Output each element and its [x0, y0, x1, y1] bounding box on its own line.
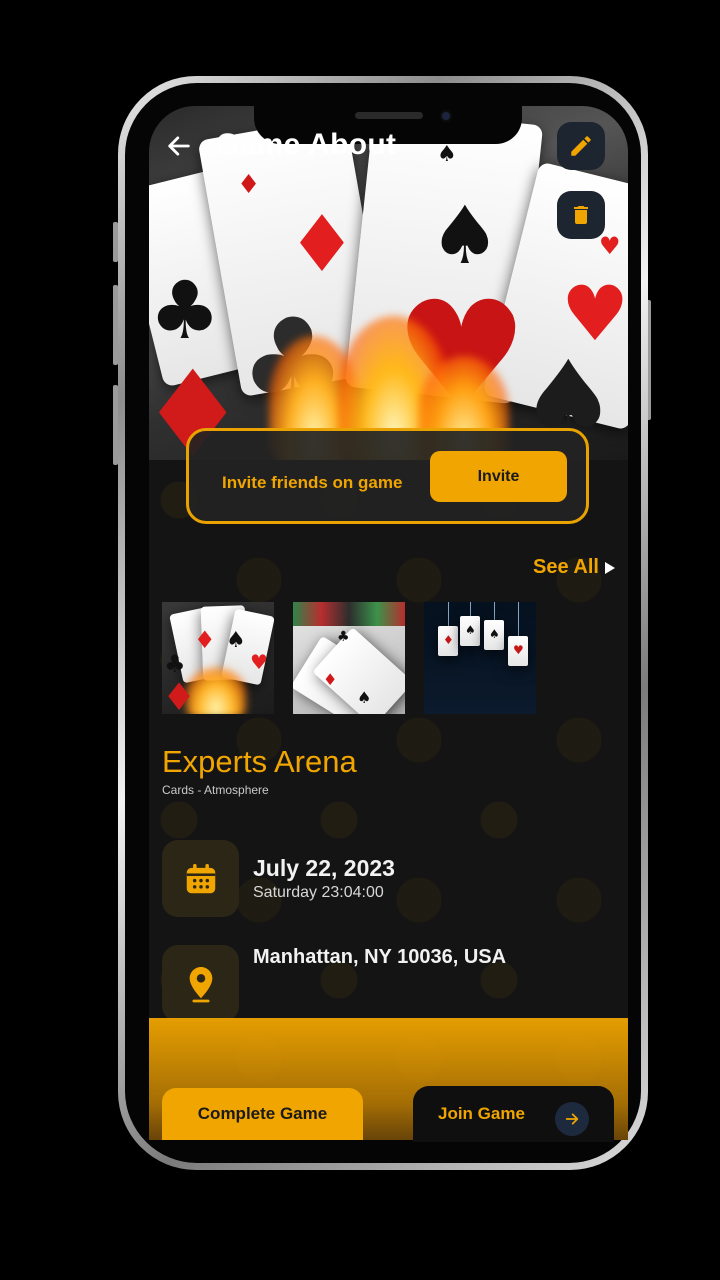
pencil-icon	[571, 136, 591, 156]
event-date: July 22, 2023	[253, 855, 395, 881]
event-location: Manhattan, NY 10036, USA	[253, 946, 507, 968]
gallery-thumb-hanging-cards[interactable]: ♦ ♠ ♠ ♥	[424, 602, 536, 714]
back-button[interactable]	[160, 128, 198, 164]
edit-button[interactable]	[557, 122, 605, 170]
game-name: Experts Arena	[162, 744, 357, 779]
play-triangle-icon	[604, 561, 615, 574]
page-title: Game About	[216, 128, 397, 161]
event-time: Saturday 23:04:00	[253, 884, 384, 901]
complete-game-button[interactable]: Complete Game	[162, 1088, 363, 1140]
trash-icon	[574, 206, 588, 224]
game-category: Cards - Atmosphere	[162, 783, 269, 797]
see-all-label: See All	[533, 556, 599, 578]
gallery-thumb-cards-fire[interactable]: ♦ ♠ ♣ ♥ ♦	[162, 602, 274, 714]
join-arrow-button[interactable]	[555, 1102, 589, 1136]
calendar-icon-box	[162, 840, 239, 917]
invite-text: Invite friends on game	[222, 473, 403, 492]
phone-speaker	[355, 112, 423, 119]
delete-button[interactable]	[557, 191, 605, 239]
location-icon-box	[162, 945, 239, 1022]
phone-camera	[440, 110, 452, 122]
invite-button[interactable]: Invite	[430, 451, 567, 502]
arrow-right-icon	[565, 1113, 579, 1125]
calendar-icon	[186, 863, 215, 893]
arrow-left-icon	[168, 136, 190, 156]
location-pin-icon	[189, 966, 212, 1002]
see-all-link[interactable]: See All	[533, 556, 615, 579]
gallery-thumb-cards-chips[interactable]: ♣ ♦ ♠	[293, 602, 405, 714]
